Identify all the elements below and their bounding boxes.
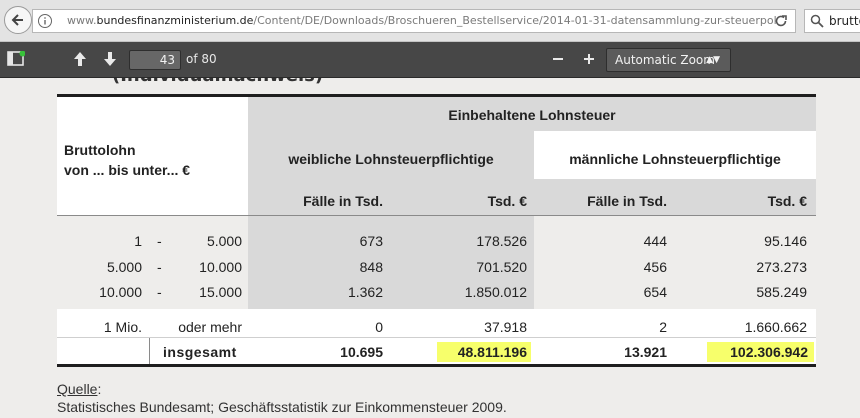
plus-icon (584, 54, 594, 64)
female-header: weibliche Lohnsteuerpflichtige (288, 151, 494, 167)
female-cases-total: 10.695 (340, 344, 383, 360)
back-button[interactable] (4, 6, 32, 34)
to-cell: 10.000 (199, 259, 242, 275)
total-label: insgesamt (163, 344, 237, 360)
source-line: Quelle: (57, 381, 101, 397)
row-header-line1: Bruttolohn (64, 142, 136, 158)
male-cases-cell: 444 (643, 233, 667, 249)
group-header: Einbehaltene Lohnsteuer (448, 107, 616, 123)
page-count: of 80 (186, 52, 217, 66)
pdf-page: (Individualnachweis) Bruttolohn von ... … (0, 78, 860, 418)
total-left-divider (149, 338, 150, 364)
female-cases-cell: 673 (359, 233, 383, 249)
male-cases-cell: 456 (643, 259, 667, 275)
table-bottom-rule (57, 364, 816, 367)
zoom-select[interactable]: Automatic Zoom ▲▼ (606, 48, 731, 72)
url-prefix: www. (67, 14, 97, 27)
male-amount-cell: 95.146 (764, 233, 807, 249)
info-icon[interactable] (37, 13, 53, 29)
male-header: männliche Lohnsteuerpflichtige (569, 151, 781, 167)
minus-icon (553, 58, 563, 60)
header-divider (57, 215, 816, 216)
female-amount-cell: 178.526 (476, 233, 527, 249)
select-caret-icon: ▲▼ (706, 55, 720, 65)
sidebar-icon (7, 51, 25, 66)
source-label: Quelle (57, 381, 98, 397)
row-header-line2: von ... bis unter... € (64, 162, 191, 178)
from-cell: 1 Mio. (103, 319, 142, 335)
url-host: bundesfinanzministerium.de (96, 14, 254, 27)
search-box[interactable]: brutto (804, 9, 860, 33)
female-cases-header: Fälle in Tsd. (303, 193, 383, 209)
female-amount-total: 48.811.196 (457, 344, 527, 360)
address-bar[interactable]: www.bundesfinanzministerium.de/Content/D… (32, 9, 796, 33)
to-cell: 5.000 (206, 233, 242, 249)
zoom-in-button[interactable] (577, 48, 601, 70)
url-path: /Content/DE/Downloads/Broschueren_Bestel… (253, 14, 777, 27)
from-cell: 10.000 (99, 284, 142, 300)
pdf-toolbar: 43 of 80 Automatic Zoom ▲▼ (0, 42, 860, 78)
female-cases-cell: 848 (359, 259, 383, 275)
to-cell: 15.000 (199, 284, 242, 300)
url-text: www.bundesfinanzministerium.de/Content/D… (67, 14, 777, 27)
previous-page-button[interactable] (68, 48, 92, 70)
arrow-down-icon (104, 52, 116, 66)
search-icon (810, 14, 824, 28)
female-cases-cell: 1.362 (347, 284, 383, 300)
sidebar-toggle-button[interactable] (4, 48, 28, 70)
female-cases-cell: 0 (375, 319, 383, 335)
page-number-input[interactable]: 43 (129, 50, 181, 70)
male-cases-cell: 654 (643, 284, 667, 300)
male-amount-header: Tsd. € (767, 193, 807, 209)
male-cases-cell: 2 (659, 319, 667, 335)
next-page-button[interactable] (98, 48, 122, 70)
from-cell: 1 (134, 233, 142, 249)
total-divider (57, 337, 816, 338)
male-cases-total: 13.921 (624, 344, 667, 360)
from-cell: 5.000 (106, 259, 142, 275)
search-input[interactable]: brutto (829, 14, 860, 28)
male-amount-cell: 585.249 (756, 284, 807, 300)
female-amount-header: Tsd. € (487, 193, 527, 209)
source-text: Statistisches Bundesamt; Geschäftsstatis… (57, 399, 507, 415)
female-amount-cell: 701.520 (476, 259, 527, 275)
female-amount-cell: 37.918 (484, 319, 527, 335)
zoom-select-value: Automatic Zoom (615, 53, 715, 67)
male-amount-cell: 273.273 (756, 259, 807, 275)
male-amount-cell: 1.660.662 (744, 319, 807, 335)
zoom-out-button[interactable] (546, 48, 570, 70)
reload-icon[interactable] (773, 13, 789, 29)
section-heading-partial: (Individualnachweis) (112, 78, 323, 86)
to-cell: oder mehr (178, 319, 242, 335)
male-cases-header: Fälle in Tsd. (587, 193, 667, 209)
back-arrow-icon (11, 14, 23, 26)
source-colon: : (97, 381, 102, 397)
arrow-up-icon (74, 52, 86, 66)
male-amount-total: 102.306.942 (730, 344, 808, 360)
female-amount-cell: 1.850.012 (464, 284, 527, 300)
table-top-rule (57, 94, 816, 97)
browser-navbar: www.bundesfinanzministerium.de/Content/D… (0, 0, 860, 42)
